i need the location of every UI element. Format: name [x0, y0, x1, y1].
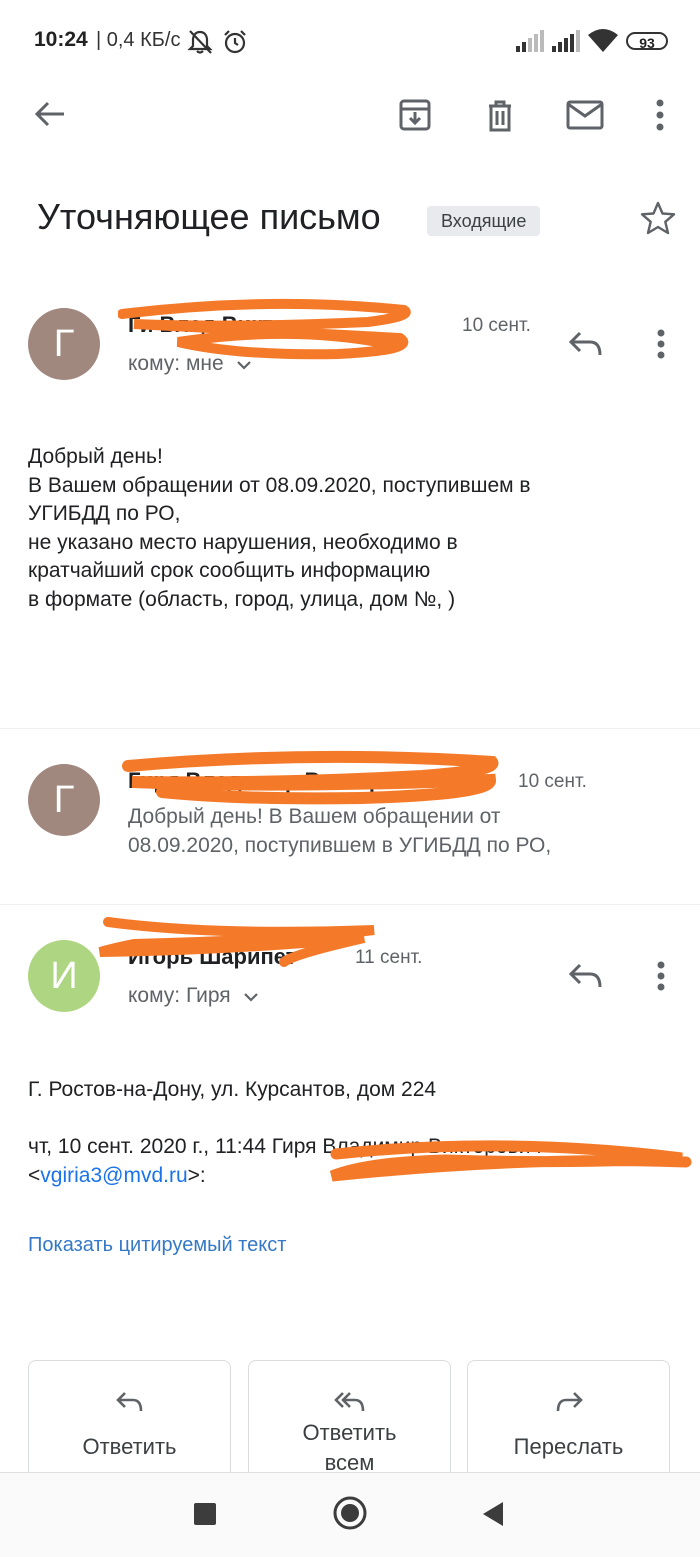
quote-email-open: < — [28, 1163, 41, 1187]
signal-icon-2 — [552, 30, 582, 57]
reply-all-icon — [249, 1391, 450, 1418]
chevron-down-icon — [243, 984, 259, 1008]
message-date: 10 сент. — [518, 771, 587, 792]
avatar: Г — [28, 308, 100, 380]
quote-header-line: чт, 10 сент. 2020 г., 11:44 Гиря Владими… — [28, 1135, 542, 1158]
message-body: Г. Ростов-на-Дону, ул. Курсантов, дом 22… — [28, 1076, 678, 1105]
more-vert-icon[interactable] — [646, 94, 674, 136]
recents-icon[interactable] — [194, 1503, 216, 1525]
chevron-down-icon — [236, 352, 252, 376]
reply-icon[interactable] — [566, 960, 606, 992]
reply-all-button-label-line1: Ответить — [302, 1420, 397, 1445]
status-time: 10:24 — [34, 28, 88, 51]
forward-button-label: Переслать — [513, 1434, 624, 1459]
sender-name[interactable]: Ги Влад Викто… — [128, 312, 308, 338]
recipient-text: кому: Гиря — [128, 984, 231, 1007]
quote-header: чт, 10 сент. 2020 г., 11:44 Гиря Владими… — [28, 1133, 678, 1190]
message-more-icon[interactable] — [650, 958, 672, 994]
divider — [0, 904, 700, 905]
body-line: В Вашем обращении от 08.09.2020, поступи… — [28, 473, 531, 497]
quote-email-close: >: — [187, 1163, 206, 1187]
body-line: в формате (область, город, улица, дом №,… — [28, 587, 456, 611]
message-date: 11 сент. — [355, 947, 423, 968]
snippet-line: Добрый день! В Вашем обращении от — [128, 805, 501, 828]
body-line: Г. Ростов-на-Дону, ул. Курсантов, дом 22… — [28, 1078, 437, 1101]
mute-notifications-icon — [186, 29, 214, 60]
reply-button-label: Ответить — [82, 1434, 177, 1459]
network-speed-text: | 0,4 КБ/с — [96, 29, 181, 51]
reply-icon — [29, 1391, 230, 1418]
body-line: не указано место нарушения, необходимо в — [28, 530, 458, 554]
battery-indicator: 93 — [626, 32, 668, 51]
inbox-label-chip[interactable]: Входящие — [427, 206, 541, 236]
message-more-icon[interactable] — [650, 326, 672, 362]
home-icon[interactable] — [332, 1495, 368, 1536]
recipient-text: кому: мне — [128, 352, 224, 375]
delete-icon[interactable] — [480, 94, 520, 136]
archive-icon[interactable] — [394, 94, 436, 136]
body-line: Добрый день! — [28, 445, 163, 468]
sender-name: Гиря Владимир Викторович — [128, 768, 436, 793]
signal-icon-1 — [516, 30, 546, 57]
message-snippet: Добрый день! В Вашем обращении от 08.09.… — [128, 802, 688, 860]
snippet-line: 08.09.2020, поступившем в УГИБДД по РО, — [128, 834, 552, 857]
star-icon[interactable] — [638, 199, 678, 237]
network-speed: | 0,4 КБ/с — [96, 29, 180, 52]
alarm-icon — [222, 29, 248, 60]
avatar: Г — [28, 764, 100, 836]
recipient-line[interactable]: кому: мне — [128, 352, 252, 376]
email-subject: Уточняющее письмо — [37, 196, 381, 237]
message-date: 10 сент. — [462, 315, 531, 336]
email-link[interactable]: vgiria3@mvd.ru — [40, 1164, 187, 1187]
back-arrow-icon[interactable] — [28, 94, 72, 134]
body-line: УГИБДД по РО, — [28, 502, 181, 525]
show-quoted-text-link[interactable]: Показать цитируемый текст — [28, 1234, 286, 1257]
recipient-line[interactable]: кому: Гиря — [128, 984, 259, 1008]
reply-icon[interactable] — [566, 328, 606, 360]
quote-email-line: <vgiria3@mvd.ru>: — [28, 1162, 678, 1191]
avatar: И — [28, 940, 100, 1012]
sender-name[interactable]: Игорь Шарипет — [128, 944, 297, 970]
wifi-icon — [587, 29, 619, 58]
forward-icon — [468, 1391, 669, 1418]
mark-unread-icon[interactable] — [563, 96, 607, 134]
body-line: кратчайший срок сообщить информацию — [28, 559, 431, 582]
back-nav-icon[interactable] — [481, 1501, 505, 1532]
message-body: Добрый день! В Вашем обращении от 08.09.… — [28, 443, 668, 614]
